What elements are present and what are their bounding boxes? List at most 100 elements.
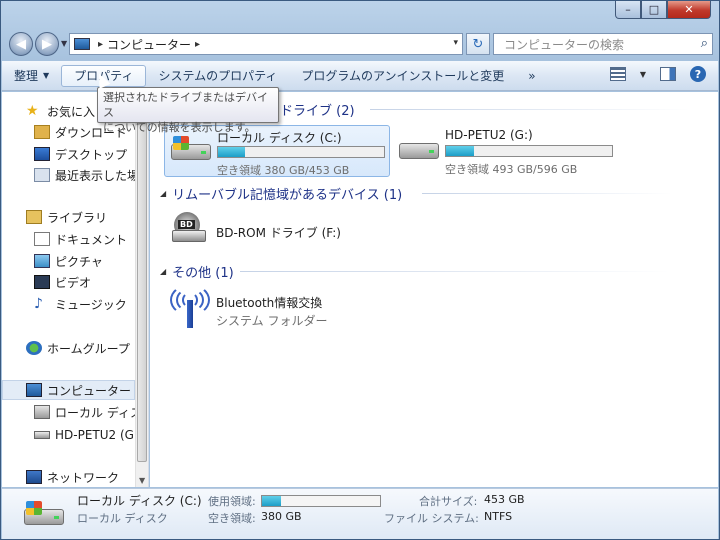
group-removable[interactable]: ◢ リムーバブル記憶域があるデバイス (1) [160,183,672,203]
details-name: ローカル ディスク (C:) [77,494,202,508]
breadcrumb-computer[interactable]: コンピューター [107,36,191,53]
nav-computer[interactable]: コンピューター [2,380,135,400]
drive-c-free-space: 空き領域 380 GB/453 GB [217,164,350,177]
drive-g-free-space: 空き領域 493 GB/596 GB [445,163,578,176]
nav-scrollbar[interactable]: ▼ [135,92,148,487]
nav-network[interactable]: ネットワーク [26,467,119,487]
nav-libraries-label: ライブラリ [47,210,108,225]
nav-local-disk[interactable]: ローカル ディスク [34,402,148,422]
search-icon[interactable]: ⌕ [701,36,708,51]
details-fs-label: ファイル システム: [384,512,479,525]
windows-logo-icon [173,136,189,150]
collapse-triangle-icon[interactable]: ◢ [160,267,166,276]
nav-pictures-label: ピクチャ [55,254,103,269]
address-dropdown-icon[interactable]: ▾ [453,38,458,48]
more-label: » [528,68,536,83]
nav-desktop-label: デスクトップ [55,147,128,162]
nav-hdpetu2-label: HD-PETU2 (G:) [55,428,143,442]
system-properties-button[interactable]: システムのプロパティ [146,65,289,87]
group-removable-label: リムーバブル記憶域があるデバイス (1) [172,187,403,203]
search-placeholder: コンピューターの検索 [504,37,625,52]
refresh-button[interactable]: ↻ [466,33,490,55]
network-icon [26,470,42,484]
music-note-icon: ♪ [34,296,43,312]
system-properties-label: システムのプロパティ [158,69,278,83]
group-divider [370,109,690,110]
computer-icon [26,383,42,397]
external-drive-icon [399,137,439,161]
nav-videos-label: ビデオ [55,275,92,290]
bluetooth-name: Bluetooth情報交換 [216,296,323,310]
caption-buttons: – □ ✕ [615,1,711,19]
recent-places-icon [34,168,50,182]
recent-pages-dropdown[interactable]: ▼ [61,39,67,48]
navigation-pane: ★ お気に入り ダウンロード デスクトップ 最近表示した場所 ライブラリ ドキュ… [2,92,149,487]
drive-g-usage-bar [445,145,613,157]
nav-homegroup[interactable]: ホームグループ [26,338,130,358]
drive-f-bdrom[interactable]: BD BD-ROM ドライブ (F:) [164,210,390,254]
nav-music[interactable]: ♪ ミュージック [34,294,127,314]
group-hard-disks[interactable]: ドライブ (2) [280,99,690,119]
change-view-icon[interactable] [609,67,626,81]
group-other-label: その他 (1) [172,265,234,281]
library-icon [26,210,42,224]
minimize-button[interactable]: – [615,1,641,19]
search-input[interactable]: コンピューターの検索 ⌕ [493,33,713,55]
drive-g[interactable]: HD-PETU2 (G:) 空き領域 493 GB/596 GB [393,125,619,177]
nav-hd-petu2[interactable]: HD-PETU2 (G:) [34,425,143,445]
maximize-button[interactable]: □ [641,1,667,19]
close-button[interactable]: ✕ [667,1,711,19]
details-free-value: 380 GB [261,510,302,523]
documents-icon [34,232,50,246]
star-icon: ★ [26,103,39,119]
organize-button[interactable]: 整理 ▼ [2,65,61,87]
nav-documents[interactable]: ドキュメント [34,229,127,249]
details-fs-value: NTFS [484,510,513,523]
hard-drive-icon [24,501,64,527]
forward-button[interactable]: ▶ [35,32,59,56]
address-bar[interactable]: ▸ コンピューター ▸ ▾ [69,33,463,55]
bluetooth-subtitle: システム フォルダー [216,314,328,328]
breadcrumb-separator[interactable]: ▸ [195,39,200,50]
details-pane: ローカル ディスク (C:) ローカル ディスク 使用領域: 空き領域: 380… [2,488,718,539]
bluetooth-tower-icon [170,284,210,330]
bluetooth-exchange-folder[interactable]: Bluetooth情報交換 システム フォルダー [164,284,390,334]
nav-libraries[interactable]: ライブラリ [26,207,107,227]
nav-desktop[interactable]: デスクトップ [34,144,127,164]
videos-icon [34,275,50,289]
tooltip-line-1: 選択されたドライブまたはデバイス [103,91,268,119]
computer-icon [74,38,90,50]
nav-pictures[interactable]: ピクチャ [34,251,103,271]
homegroup-icon [26,341,42,355]
details-free-label: 空き領域: [208,512,256,525]
explorer-window: – □ ✕ ◀ ▶ ▼ ▸ コンピューター ▸ ▾ ↻ コンピューターの検索 ⌕… [0,0,720,540]
more-commands-button[interactable]: » [516,65,547,87]
breadcrumb-separator[interactable]: ▸ [98,39,103,50]
nav-music-label: ミュージック [55,297,127,312]
collapse-triangle-icon[interactable]: ◢ [160,189,166,198]
back-button[interactable]: ◀ [9,32,33,56]
nav-homegroup-label: ホームグループ [47,341,130,356]
nav-computer-label: コンピューター [47,383,132,398]
chevron-down-icon: ▼ [43,71,50,80]
details-total-value: 453 GB [484,493,525,506]
uninstall-program-button[interactable]: プログラムのアンインストールと変更 [289,65,516,87]
nav-scrollbar-thumb[interactable] [137,96,147,462]
view-dropdown-icon[interactable]: ▼ [640,70,646,79]
nav-videos[interactable]: ビデオ [34,272,91,292]
group-divider [422,193,672,194]
nav-recent-places[interactable]: 最近表示した場所 [34,165,148,185]
help-icon[interactable]: ? [690,66,706,82]
nav-favorites[interactable]: ★ お気に入り [26,101,107,121]
scroll-down-icon[interactable]: ▼ [139,476,145,485]
group-other[interactable]: ◢ その他 (1) [160,261,670,281]
command-bar-right: ▼ ? [609,66,706,82]
windows-logo-icon [26,501,42,515]
title-bar: – □ ✕ [1,1,719,27]
preview-pane-icon[interactable] [660,67,676,81]
bd-rom-drive-icon: BD [172,212,206,242]
nav-documents-label: ドキュメント [55,232,128,247]
group-hard-disks-label: ドライブ (2) [280,103,355,119]
hard-drive-icon [34,405,50,419]
desktop-icon [34,147,50,161]
